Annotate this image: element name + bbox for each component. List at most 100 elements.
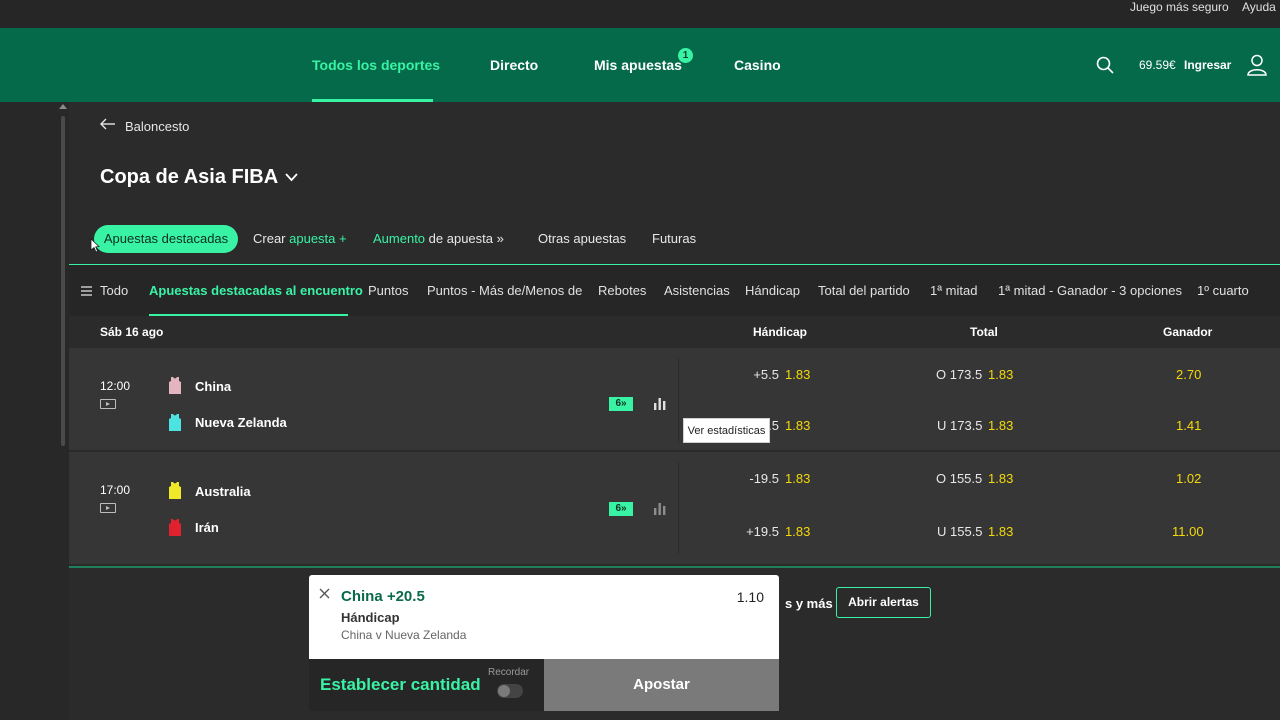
total-odd[interactable]: 1.83 xyxy=(988,524,1013,539)
tab-futures[interactable]: Futuras xyxy=(652,225,696,253)
jersey-icon xyxy=(169,482,181,499)
handicap-odd[interactable]: 1.83 xyxy=(785,418,810,433)
total-odd[interactable]: 1.83 xyxy=(988,367,1013,382)
column-handicap: Hándicap xyxy=(753,325,808,339)
events-table-header: Sáb 16 ago Hándicap Total Ganador xyxy=(69,316,1280,348)
live-stream-icon xyxy=(100,503,116,513)
back-arrow-icon xyxy=(100,118,115,130)
nav-active-indicator xyxy=(312,99,433,102)
handicap-line: +5.5 xyxy=(753,367,779,382)
nav-all-sports[interactable]: Todos los deportes xyxy=(312,28,440,102)
total-odd[interactable]: 1.83 xyxy=(988,471,1013,486)
betslip-market: Hándicap xyxy=(341,610,400,625)
market-tab-points-over-under[interactable]: Puntos - Más de/Menos de xyxy=(427,265,582,317)
jersey-icon xyxy=(169,414,181,431)
market-tab-first-half-3way[interactable]: 1ª mitad - Ganador - 3 opciones xyxy=(998,265,1182,317)
utility-bar: Juego más seguro Ayuda xyxy=(0,0,1280,28)
winner-odd[interactable]: 2.70 xyxy=(1176,367,1201,382)
total-line: O 173.5 xyxy=(936,367,983,382)
place-bet-button[interactable]: Apostar xyxy=(544,659,779,711)
betslip-selection: China +20.5 xyxy=(341,588,425,605)
betslip-odds: 1.10 xyxy=(736,589,764,605)
stats-tooltip: Ver estadísticas xyxy=(683,418,770,443)
login-button[interactable]: Ingresar xyxy=(1184,28,1231,102)
handicap-line: +19.5 xyxy=(746,524,779,539)
close-icon[interactable] xyxy=(319,588,330,599)
left-scrollbar[interactable] xyxy=(61,116,65,446)
team-name[interactable]: Irán xyxy=(195,520,219,535)
stake-label: Establecer cantidad xyxy=(320,675,481,694)
column-total: Total xyxy=(970,325,998,339)
search-icon[interactable] xyxy=(1096,56,1114,74)
menu-icon[interactable] xyxy=(81,286,92,296)
handicap-odd[interactable]: 1.83 xyxy=(785,524,810,539)
market-tab-all[interactable]: Todo xyxy=(100,265,128,317)
handicap-odd[interactable]: 1.83 xyxy=(785,367,810,382)
left-rail xyxy=(0,102,69,720)
event-row[interactable]: 17:00 Australia Irán 6» -19.5 1.83 +19.5… xyxy=(69,452,1280,564)
market-tab-points[interactable]: Puntos xyxy=(368,265,408,317)
team-name[interactable]: Australia xyxy=(195,484,251,499)
total-odd[interactable]: 1.83 xyxy=(988,418,1013,433)
main-header: Todos los deportes Directo Mis apuestas … xyxy=(0,28,1280,102)
bet-builder-badge[interactable]: 6» xyxy=(609,502,633,516)
chevron-down-icon[interactable] xyxy=(285,173,298,182)
nav-live[interactable]: Directo xyxy=(490,28,538,102)
safer-gambling-link[interactable]: Juego más seguro xyxy=(1130,0,1229,14)
section-divider xyxy=(69,566,1280,568)
winner-odd[interactable]: 1.41 xyxy=(1176,418,1201,433)
tab-create-bet[interactable]: Crear apuesta + xyxy=(253,225,347,253)
event-date: Sáb 16 ago xyxy=(100,325,164,339)
tab-bet-boost[interactable]: Aumento de apuesta » xyxy=(373,225,504,253)
market-tab-first-half[interactable]: 1ª mitad xyxy=(930,265,977,317)
row-separator xyxy=(678,462,679,554)
help-link[interactable]: Ayuda xyxy=(1242,0,1276,14)
remember-toggle[interactable] xyxy=(497,684,523,698)
winner-odd[interactable]: 1.02 xyxy=(1176,471,1201,486)
bet-builder-count: 6 xyxy=(615,503,621,514)
tab-create-bet-accent: apuesta + xyxy=(289,231,347,246)
tab-create-bet-label: Crear xyxy=(253,231,290,246)
handicap-odd[interactable]: 1.83 xyxy=(785,471,810,486)
balance: 69.59€ xyxy=(1139,58,1176,72)
stats-icon[interactable] xyxy=(653,397,667,410)
event-row[interactable]: 12:00 China Nueva Zelanda 6» +5.5 1.83 -… xyxy=(69,348,1280,451)
market-tab-handicap[interactable]: Hándicap xyxy=(745,265,800,317)
team-name[interactable]: China xyxy=(195,379,231,394)
betslip-event: China v Nueva Zelanda xyxy=(341,628,467,642)
market-tab-first-quarter[interactable]: 1º cuarto xyxy=(1197,265,1249,317)
total-line: U 173.5 xyxy=(937,418,983,433)
handicap-line: -19.5 xyxy=(749,471,779,486)
market-tab-assists[interactable]: Asistencias xyxy=(664,265,730,317)
remember-label: Recordar xyxy=(488,667,530,678)
event-time: 17:00 xyxy=(100,483,131,497)
competition-title[interactable]: Copa de Asia FIBA xyxy=(100,166,278,189)
stats-icon[interactable] xyxy=(653,502,667,515)
nav-casino[interactable]: Casino xyxy=(734,28,781,102)
row-separator xyxy=(678,358,679,443)
market-tab-match-total[interactable]: Total del partido xyxy=(818,265,910,317)
market-tab-featured-match[interactable]: Apuestas destacadas al encuentro xyxy=(149,265,363,317)
market-strip: Todo Apuestas destacadas al encuentro Pu… xyxy=(69,264,1280,316)
scroll-up-arrow-icon[interactable] xyxy=(59,104,67,109)
tab-other-bets[interactable]: Otras apuestas xyxy=(538,225,626,253)
live-stream-icon xyxy=(100,399,116,409)
nav-my-bets[interactable]: Mis apuestas xyxy=(594,28,682,102)
breadcrumb-label: Baloncesto xyxy=(125,119,190,134)
betslip: China +20.5 1.10 Hándicap China v Nueva … xyxy=(309,575,779,659)
my-bets-badge: 1 xyxy=(678,48,693,63)
jersey-icon xyxy=(169,519,181,536)
winner-odd[interactable]: 11.00 xyxy=(1172,524,1204,539)
total-line: O 155.5 xyxy=(936,471,983,486)
user-icon[interactable] xyxy=(1247,54,1267,76)
team-name[interactable]: Nueva Zelanda xyxy=(195,415,287,430)
tab-featured-bets[interactable]: Apuestas destacadas xyxy=(94,225,238,253)
tab-bet-boost-accent: Aumento xyxy=(373,231,426,246)
alerts-text: s y más xyxy=(785,596,833,611)
stake-input[interactable]: Establecer cantidad Recordar xyxy=(309,659,544,711)
open-alerts-button[interactable]: Abrir alertas xyxy=(836,587,931,618)
bet-builder-badge[interactable]: 6» xyxy=(609,397,633,411)
jersey-icon xyxy=(169,377,181,394)
market-tab-rebounds[interactable]: Rebotes xyxy=(598,265,646,317)
tab-bet-boost-label: de apuesta » xyxy=(425,231,504,246)
